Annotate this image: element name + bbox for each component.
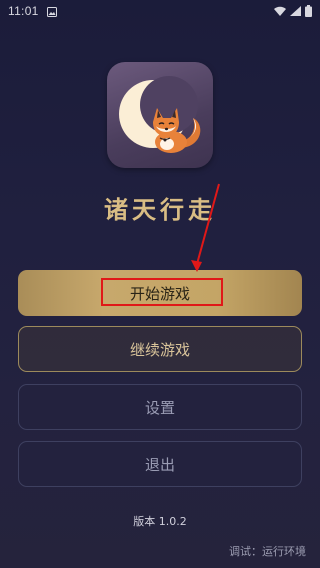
app-title: 诸天行走 xyxy=(104,196,216,224)
settings-label: 设置 xyxy=(144,398,175,417)
wifi-icon xyxy=(274,6,286,16)
fox-moon-logo xyxy=(107,62,213,168)
status-icons xyxy=(274,5,312,17)
exit-label: 退出 xyxy=(144,455,175,474)
version-label: 版本 1.0.2 xyxy=(133,515,187,528)
signal-icon xyxy=(290,6,301,16)
status-time: 11:01 xyxy=(8,4,39,18)
settings-button[interactable]: 设置 xyxy=(18,384,302,430)
continue-game-label: 继续游戏 xyxy=(129,340,190,359)
status-bar: 11:01 xyxy=(0,0,320,22)
exit-button[interactable]: 退出 xyxy=(18,441,302,487)
continue-game-button[interactable]: 继续游戏 xyxy=(18,326,302,372)
debug-environment-label: 调试：运行环境 xyxy=(229,545,306,558)
start-game-button[interactable]: 开始游戏 xyxy=(18,270,302,316)
battery-icon xyxy=(305,5,312,17)
highlight-box xyxy=(101,278,223,306)
image-icon xyxy=(46,6,57,17)
